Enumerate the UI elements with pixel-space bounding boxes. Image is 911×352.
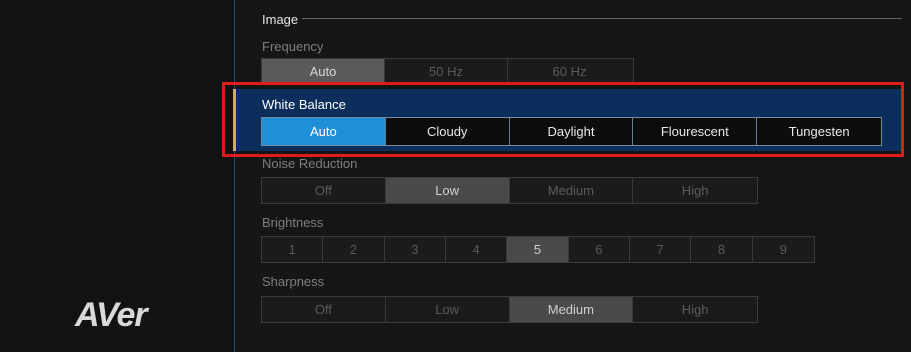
aver-logo: AVer: [75, 296, 148, 334]
sharpness-option-medium[interactable]: Medium: [509, 297, 634, 322]
brightness-option-3[interactable]: 3: [385, 237, 446, 262]
frequency-option-60hz[interactable]: 60 Hz: [508, 59, 631, 83]
noise-option-high[interactable]: High: [633, 178, 757, 203]
brightness-option-2[interactable]: 2: [323, 237, 385, 262]
brightness-option-9[interactable]: 9: [753, 237, 814, 262]
sharpness-option-low[interactable]: Low: [386, 297, 510, 322]
brightness-option-1[interactable]: 1: [262, 237, 324, 262]
frequency-option-auto[interactable]: Auto: [262, 59, 385, 83]
brightness-option-6[interactable]: 6: [569, 237, 630, 262]
brightness-option-5[interactable]: 5: [507, 237, 569, 262]
image-group-title: Image: [262, 12, 299, 27]
sharpness-option-high[interactable]: High: [633, 297, 757, 322]
frequency-label: Frequency: [262, 39, 324, 54]
frequency-option-50hz[interactable]: 50 Hz: [385, 59, 508, 83]
sharpness-selector: Off Low Medium High: [261, 296, 758, 323]
sharpness-option-off[interactable]: Off: [262, 297, 386, 322]
brightness-option-7[interactable]: 7: [630, 237, 692, 262]
frequency-selector: Auto 50 Hz 60 Hz: [261, 58, 634, 84]
brightness-selector: 1 2 3 4 5 6 7 8 9: [261, 236, 815, 263]
noise-option-low[interactable]: Low: [385, 178, 510, 203]
noise-reduction-label: Noise Reduction: [262, 156, 358, 171]
brightness-option-4[interactable]: 4: [446, 237, 508, 262]
brightness-option-8[interactable]: 8: [691, 237, 753, 262]
group-divider-line: [302, 18, 902, 19]
noise-option-off[interactable]: Off: [262, 178, 386, 203]
noise-option-medium[interactable]: Medium: [510, 178, 634, 203]
brightness-label: Brightness: [262, 215, 324, 230]
highlight-box: [222, 82, 904, 157]
noise-reduction-selector: Off Low Medium High: [261, 177, 758, 204]
sharpness-label: Sharpness: [262, 274, 325, 289]
